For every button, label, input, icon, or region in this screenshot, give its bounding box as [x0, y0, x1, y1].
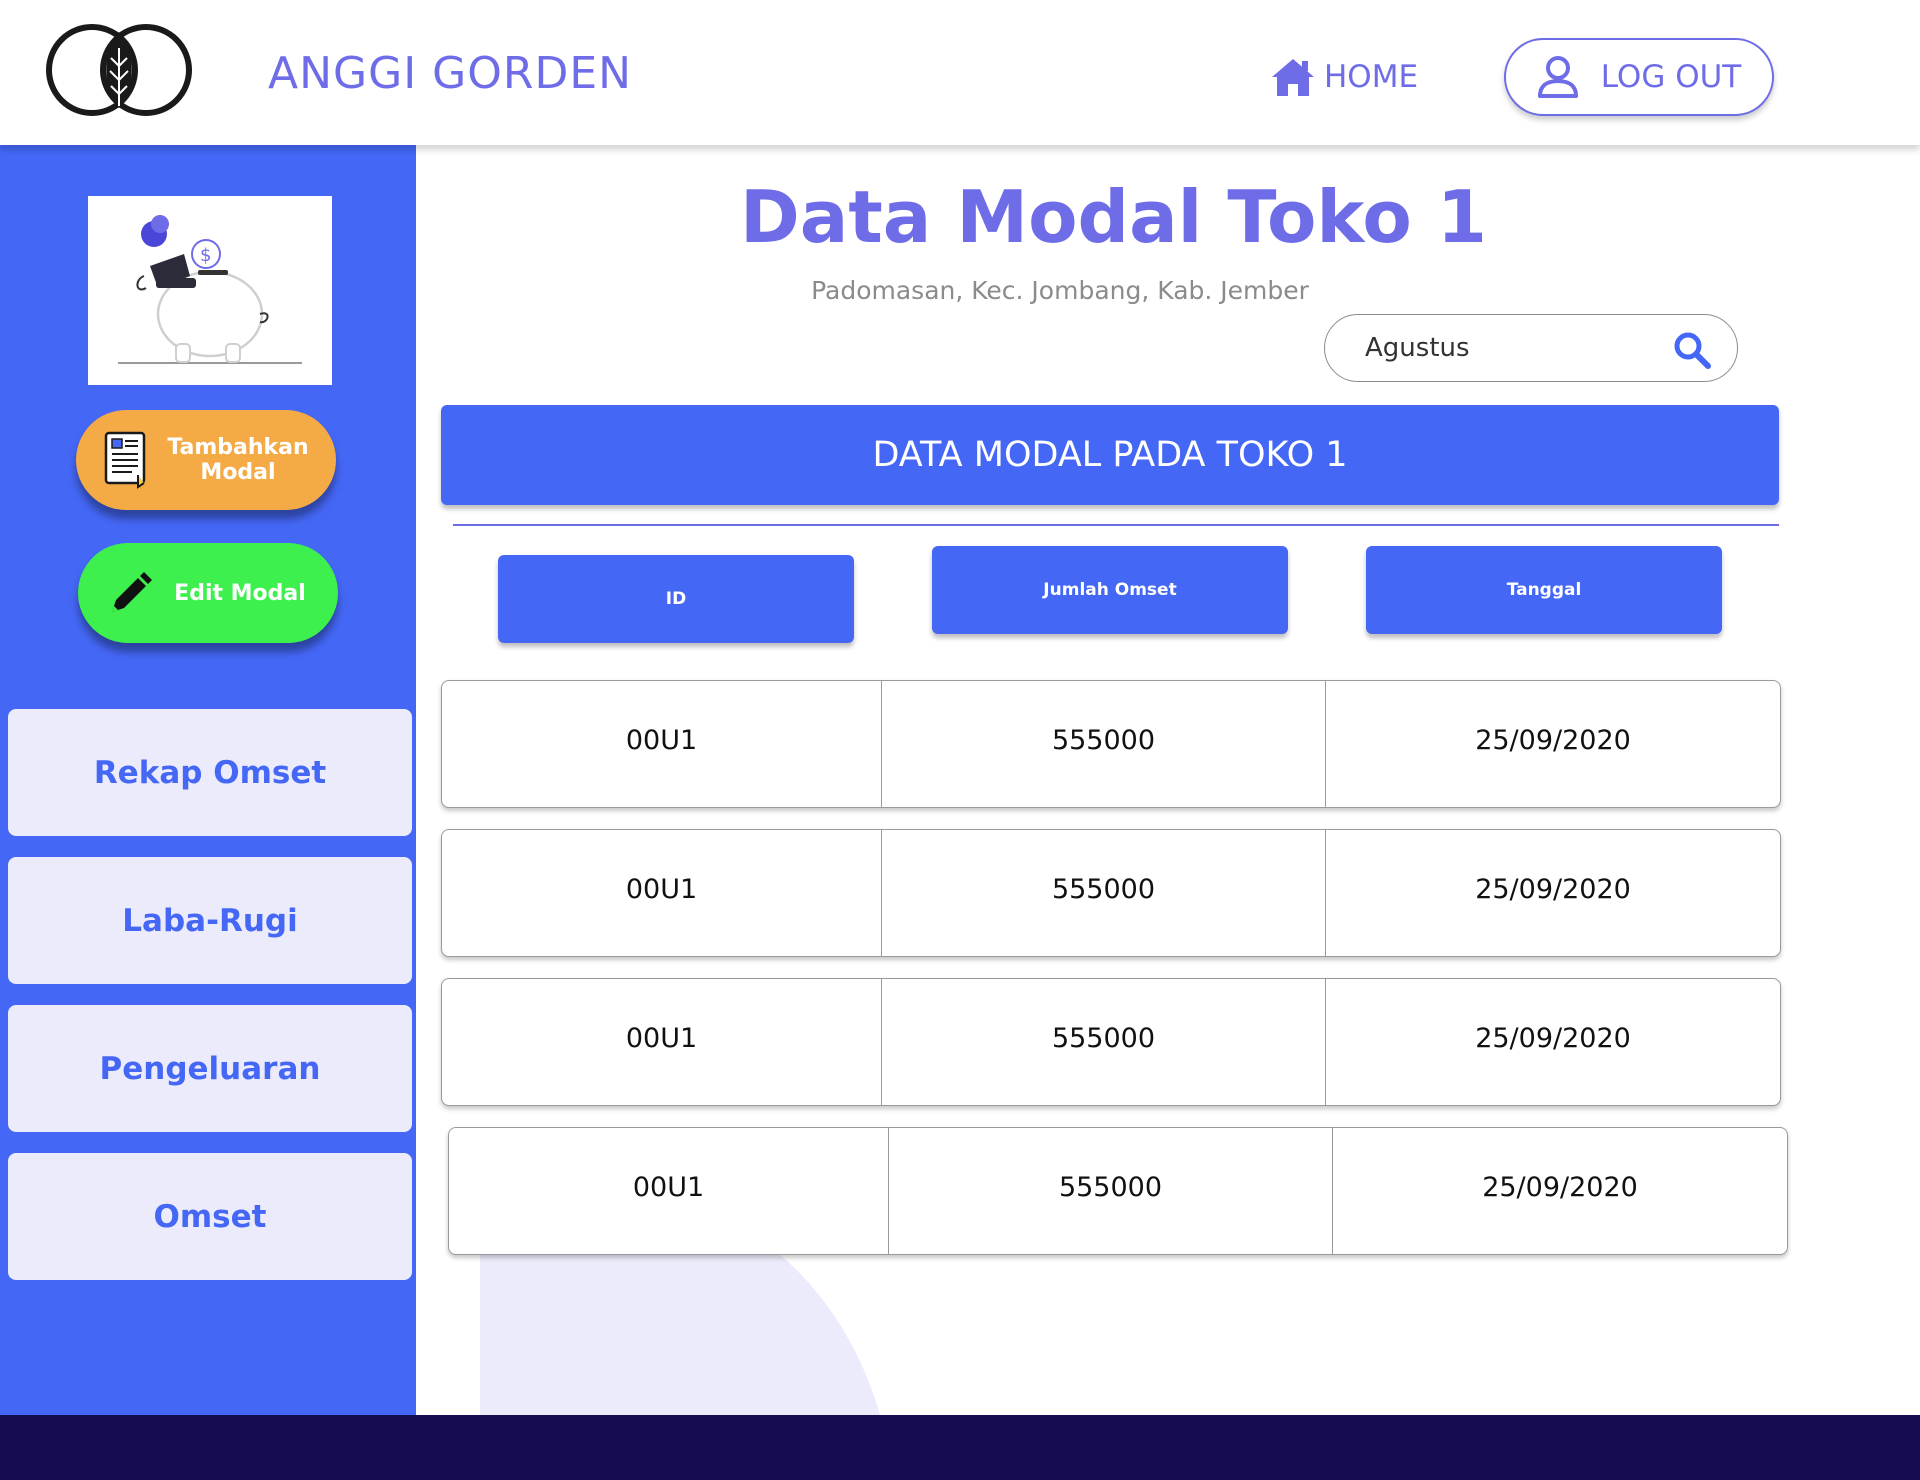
nav-laba-rugi-label: Laba-Rugi: [122, 902, 298, 939]
cell-id: 00U1: [442, 979, 882, 1105]
column-header-tanggal[interactable]: Tanggal: [1366, 546, 1722, 634]
search-icon[interactable]: [1673, 331, 1711, 369]
cell-tanggal: 25/09/2020: [1475, 1022, 1631, 1054]
document-icon: [104, 431, 146, 489]
nav-rekap-omset[interactable]: Rekap Omset: [8, 709, 412, 836]
page-title: Data Modal Toko 1: [740, 175, 1487, 259]
brand-name: ANGGI GORDEN: [268, 48, 633, 99]
user-icon: [1537, 56, 1578, 98]
nav-omset[interactable]: Omset: [8, 1153, 412, 1280]
table-row[interactable]: 00U1 555000 25/09/2020: [448, 1127, 1788, 1255]
column-header-id[interactable]: ID: [498, 555, 854, 643]
table-row[interactable]: 00U1 555000 25/09/2020: [441, 680, 1781, 808]
logout-label: LOG OUT: [1600, 59, 1742, 95]
edit-modal-button[interactable]: Edit Modal: [78, 543, 338, 643]
cell-tanggal: 25/09/2020: [1475, 873, 1631, 905]
search-input[interactable]: [1365, 327, 1665, 369]
sidebar: $ Tambahkan Modal Edit Modal Rekap Omset…: [0, 145, 416, 1415]
cell-jumlah-omset: 555000: [882, 830, 1326, 956]
column-header-jumlah-omset[interactable]: Jumlah Omset: [932, 546, 1288, 634]
cell-id: 00U1: [442, 830, 882, 956]
nav-omset-label: Omset: [153, 1198, 267, 1235]
cell-id: 00U1: [449, 1128, 889, 1254]
add-modal-button[interactable]: Tambahkan Modal: [76, 410, 336, 510]
pencil-icon: [112, 572, 152, 612]
page: ANGGI GORDEN HOME LOG OUT $ Tambahkan Mo…: [0, 0, 1920, 1480]
table-row[interactable]: 00U1 555000 25/09/2020: [441, 978, 1781, 1106]
logout-button[interactable]: LOG OUT: [1504, 38, 1774, 116]
cell-jumlah-omset: 555000: [882, 979, 1326, 1105]
piggy-bank-icon: $: [118, 215, 302, 364]
top-header: ANGGI GORDEN HOME LOG OUT: [0, 0, 1920, 145]
cell-jumlah-omset: 555000: [882, 681, 1326, 807]
home-icon: [1272, 59, 1314, 96]
nav-rekap-omset-label: Rekap Omset: [93, 754, 327, 791]
page-subtitle: Padomasan, Kec. Jombang, Kab. Jember: [811, 276, 1309, 305]
search-box[interactable]: [1324, 314, 1738, 382]
table-banner: DATA MODAL PADA TOKO 1: [441, 405, 1779, 505]
cell-id: 00U1: [442, 681, 882, 807]
piggy-bank-illustration: $: [88, 196, 332, 385]
divider: [453, 524, 1779, 526]
footer-bar: [0, 1415, 1920, 1480]
nav-pengeluaran[interactable]: Pengeluaran: [8, 1005, 412, 1132]
nav-laba-rugi[interactable]: Laba-Rugi: [8, 857, 412, 984]
add-modal-label: Tambahkan Modal: [167, 435, 309, 485]
home-link[interactable]: HOME: [1270, 56, 1418, 98]
nav-pengeluaran-label: Pengeluaran: [99, 1050, 321, 1087]
home-label: HOME: [1324, 59, 1419, 95]
svg-text:$: $: [200, 245, 211, 266]
table-row[interactable]: 00U1 555000 25/09/2020: [441, 829, 1781, 957]
cell-tanggal: 25/09/2020: [1475, 724, 1631, 756]
edit-modal-label: Edit Modal: [174, 580, 306, 606]
brand-logo: [46, 24, 192, 116]
cell-jumlah-omset: 555000: [889, 1128, 1333, 1254]
cell-tanggal: 25/09/2020: [1482, 1171, 1638, 1203]
